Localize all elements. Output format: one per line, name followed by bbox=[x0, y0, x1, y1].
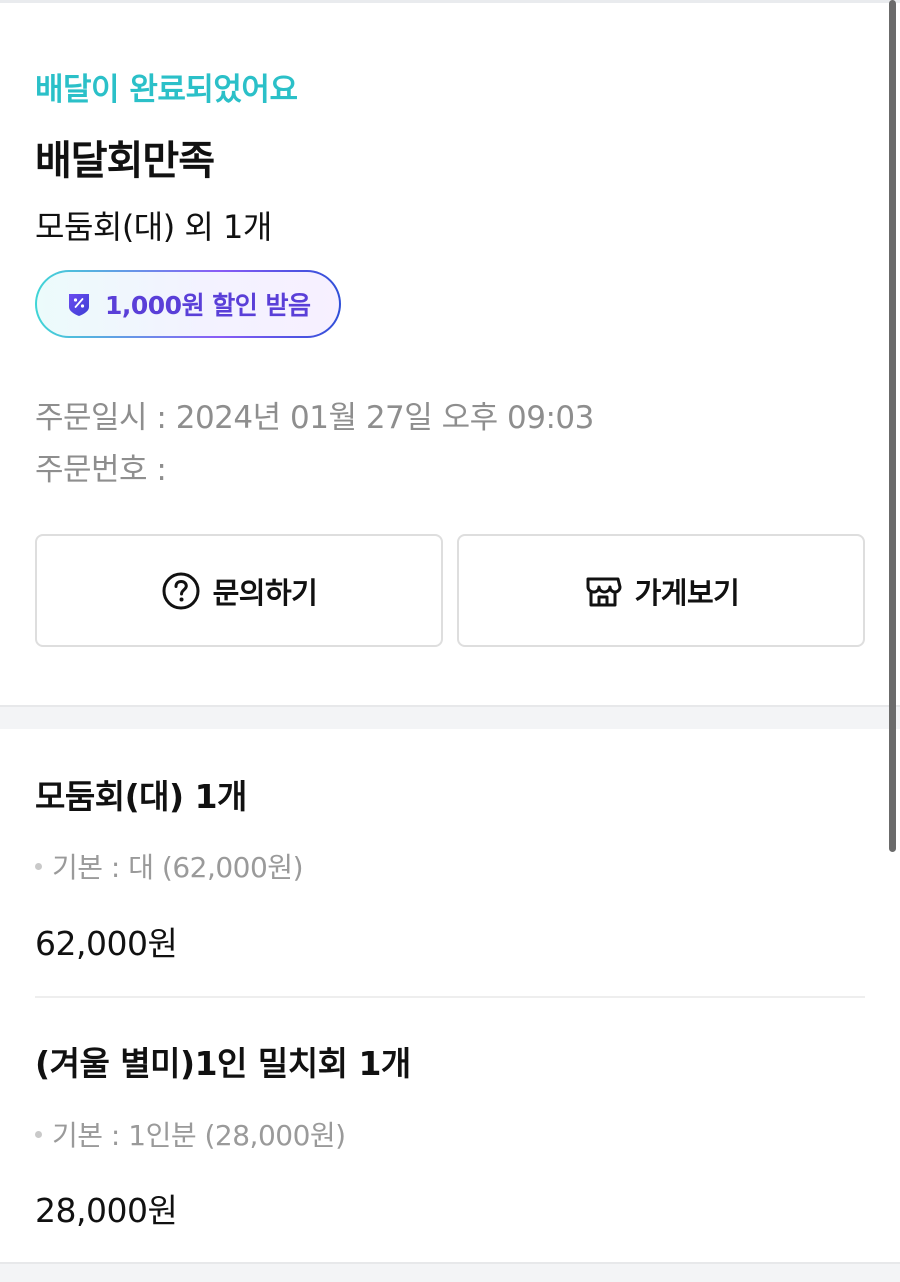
question-circle-icon bbox=[162, 572, 200, 609]
item-price: 28,000원 bbox=[35, 1191, 178, 1230]
inquiry-button[interactable]: 문의하기 bbox=[35, 534, 443, 647]
item-name: 모둠회(대) 1개 bbox=[35, 777, 247, 816]
item-option: 기본 : 대 (62,000원) bbox=[35, 846, 304, 886]
section-divider bbox=[0, 705, 900, 729]
store-name[interactable]: 배달회만족 bbox=[35, 128, 215, 186]
delivery-status: 배달이 완료되었어요 bbox=[35, 72, 298, 108]
bullet-icon bbox=[35, 1130, 42, 1138]
store-awning-icon bbox=[586, 577, 622, 606]
view-store-label: 가게보기 bbox=[634, 575, 740, 610]
item-option-text: 기본 : 1인분 (28,000원) bbox=[52, 1119, 346, 1152]
item-price: 62,000원 bbox=[35, 924, 178, 963]
view-store-button[interactable]: 가게보기 bbox=[457, 534, 865, 647]
bullet-icon bbox=[35, 862, 42, 870]
item-divider bbox=[35, 996, 865, 998]
section-divider bbox=[0, 1262, 900, 1282]
order-datetime: 주문일시 : 2024년 01월 27일 오후 09:03 bbox=[35, 400, 594, 436]
discount-label: 1,000원 할인 받음 bbox=[105, 291, 311, 320]
scrollbar[interactable] bbox=[889, 0, 896, 852]
order-header: 배달이 완료되었어요 배달회만족 모둠회(대) 외 1개 1,000원 할인 받… bbox=[0, 0, 900, 705]
item-option-text: 기본 : 대 (62,000원) bbox=[52, 851, 304, 884]
discount-badge[interactable]: 1,000원 할인 받음 bbox=[35, 270, 341, 338]
item-option: 기본 : 1인분 (28,000원) bbox=[35, 1114, 346, 1154]
discount-coupon-icon bbox=[65, 290, 93, 318]
item-name: (겨울 별미)1인 밀치회 1개 bbox=[35, 1044, 411, 1083]
order-number: 주문번호 : bbox=[35, 452, 167, 488]
inquiry-label: 문의하기 bbox=[212, 575, 318, 610]
order-summary: 모둠회(대) 외 1개 bbox=[35, 208, 272, 246]
